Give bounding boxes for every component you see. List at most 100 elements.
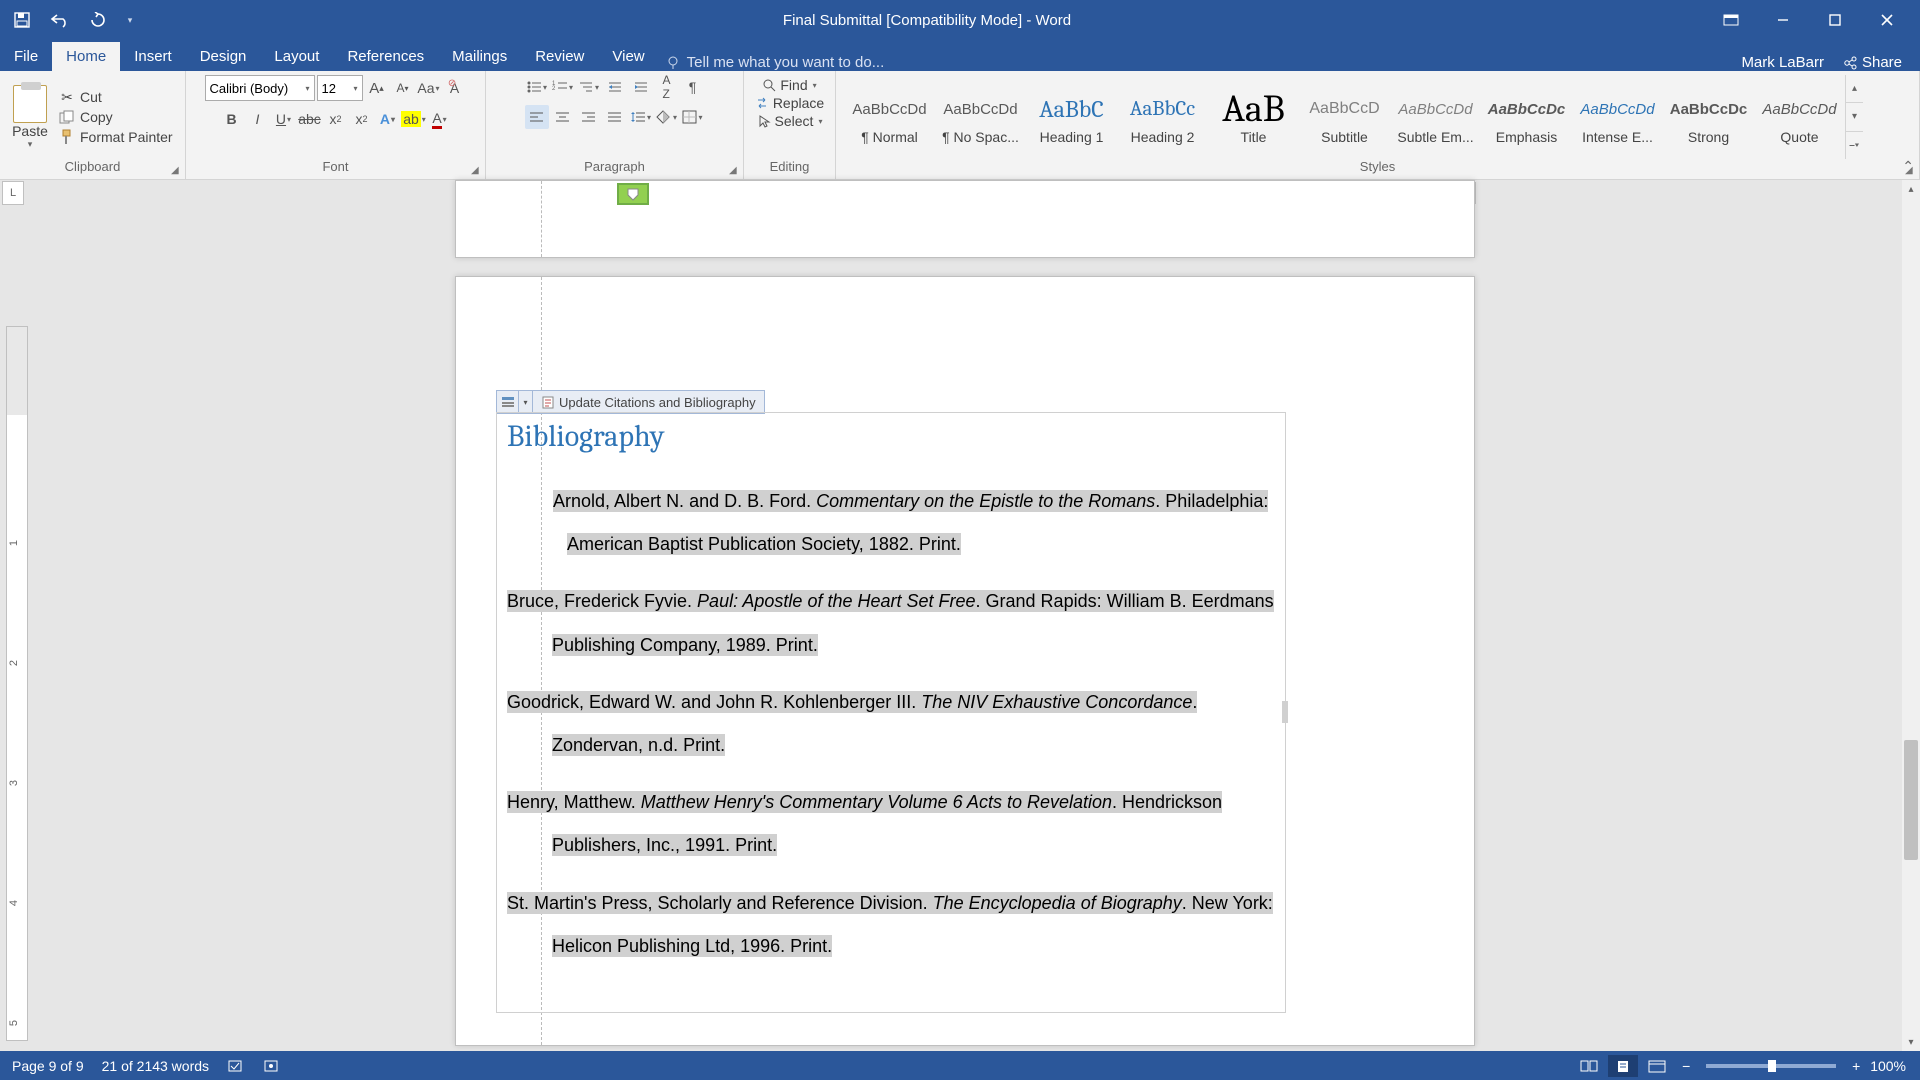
style-tile-heading-1[interactable]: AaBbCHeading 1 (1026, 75, 1117, 159)
tab-layout[interactable]: Layout (260, 42, 333, 71)
first-line-indent-marker[interactable] (617, 183, 649, 205)
gallery-up-icon[interactable]: ▴ (1846, 75, 1863, 103)
justify-icon[interactable] (603, 105, 627, 129)
font-size-combo[interactable]: 12▾ (317, 75, 363, 101)
cut-button[interactable]: ✂ Cut (58, 89, 173, 105)
align-right-icon[interactable] (577, 105, 601, 129)
tell-me-search[interactable]: Tell me what you want to do... (665, 54, 885, 71)
select-button[interactable]: Select▾ (757, 113, 823, 129)
style-tile-subtitle[interactable]: AaBbCcDSubtitle (1299, 75, 1390, 159)
clear-formatting-icon[interactable]: A⊘ (443, 76, 467, 100)
show-hide-icon[interactable]: ¶ (681, 75, 705, 99)
decrease-indent-icon[interactable] (603, 75, 627, 99)
zoom-slider[interactable] (1706, 1064, 1836, 1068)
text-effects-icon[interactable]: A▾ (376, 107, 400, 131)
bibliography-field[interactable]: Bibliography Arnold, Albert N. and D. B.… (496, 412, 1286, 1013)
style-tile-heading-2[interactable]: AaBbCcHeading 2 (1117, 75, 1208, 159)
font-dialog-launcher[interactable]: ◢ (471, 165, 483, 177)
collapse-ribbon-icon[interactable]: ⌃ (1902, 158, 1914, 175)
zoom-in-icon[interactable]: + (1846, 1055, 1866, 1077)
undo-icon[interactable] (48, 8, 72, 32)
web-layout-icon[interactable] (1642, 1055, 1672, 1077)
bullets-icon[interactable]: ▾ (525, 75, 549, 99)
tab-home[interactable]: Home (52, 42, 120, 71)
field-options-icon[interactable] (497, 391, 519, 413)
zoom-out-icon[interactable]: − (1676, 1055, 1696, 1077)
tab-mailings[interactable]: Mailings (438, 42, 521, 71)
qat-customize-icon[interactable]: ▾ (124, 8, 136, 32)
word-count[interactable]: 21 of 2143 words (102, 1058, 209, 1074)
field-dropdown-icon[interactable]: ▾ (519, 391, 533, 413)
tell-me-placeholder: Tell me what you want to do... (687, 54, 885, 71)
tab-design[interactable]: Design (186, 42, 261, 71)
user-name[interactable]: Mark LaBarr (1741, 54, 1824, 71)
tab-view[interactable]: View (598, 42, 658, 71)
save-icon[interactable] (10, 8, 34, 32)
scroll-down-icon[interactable]: ▾ (1902, 1033, 1920, 1051)
increase-indent-icon[interactable] (629, 75, 653, 99)
style-tile-quote[interactable]: AaBbCcDdQuote (1754, 75, 1845, 159)
ribbon-display-options-icon[interactable] (1708, 7, 1754, 33)
sort-icon[interactable]: AZ (655, 75, 679, 99)
scroll-up-icon[interactable]: ▴ (1902, 180, 1920, 198)
line-spacing-icon[interactable]: ▾ (629, 105, 653, 129)
style-tile-strong[interactable]: AaBbCcDcStrong (1663, 75, 1754, 159)
read-mode-icon[interactable] (1574, 1055, 1604, 1077)
format-painter-button[interactable]: Format Painter (58, 129, 173, 145)
multilevel-list-icon[interactable]: ▾ (577, 75, 601, 99)
style-tile-subtle-em---[interactable]: AaBbCcDdSubtle Em... (1390, 75, 1481, 159)
bold-icon[interactable]: B (220, 107, 244, 131)
change-case-icon[interactable]: Aa▾ (417, 76, 441, 100)
style-tile---normal[interactable]: AaBbCcDd¶ Normal (844, 75, 935, 159)
clipboard-dialog-launcher[interactable]: ◢ (171, 165, 183, 177)
align-center-icon[interactable] (551, 105, 575, 129)
style-tile-intense-e---[interactable]: AaBbCcDdIntense E... (1572, 75, 1663, 159)
document-page-prev[interactable] (455, 180, 1475, 258)
borders-icon[interactable]: ▾ (681, 105, 705, 129)
superscript-icon[interactable]: x2 (350, 107, 374, 131)
paragraph-dialog-launcher[interactable]: ◢ (729, 165, 741, 177)
vertical-scrollbar[interactable]: ▴ ▾ (1902, 180, 1920, 1051)
document-page[interactable]: ▾ Update Citations and Bibliography Bibl… (455, 276, 1475, 1046)
replace-button[interactable]: Replace (755, 95, 824, 111)
resize-handle[interactable] (1282, 701, 1288, 723)
subscript-icon[interactable]: x2 (324, 107, 348, 131)
numbering-icon[interactable]: 12▾ (551, 75, 575, 99)
spellcheck-icon[interactable] (227, 1058, 245, 1074)
style-tile---no-spac---[interactable]: AaBbCcDd¶ No Spac... (935, 75, 1026, 159)
print-layout-icon[interactable] (1608, 1055, 1638, 1077)
tab-file[interactable]: File (0, 42, 52, 71)
update-citations-button[interactable]: Update Citations and Bibliography (533, 395, 764, 410)
shrink-font-icon[interactable]: A▾ (391, 76, 415, 100)
tab-references[interactable]: References (333, 42, 438, 71)
find-button[interactable]: Find▾ (762, 77, 816, 93)
tab-review[interactable]: Review (521, 42, 598, 71)
font-color-icon[interactable]: A▾ (428, 107, 452, 131)
underline-icon[interactable]: U▾ (272, 107, 296, 131)
share-button[interactable]: Share (1842, 54, 1902, 71)
tab-selector[interactable]: L (2, 181, 24, 205)
page-indicator[interactable]: Page 9 of 9 (12, 1058, 84, 1074)
font-name-combo[interactable]: Calibri (Body)▾ (205, 75, 315, 101)
gallery-down-icon[interactable]: ▾ (1846, 103, 1863, 131)
maximize-icon[interactable] (1812, 7, 1858, 33)
tab-insert[interactable]: Insert (120, 42, 186, 71)
strikethrough-icon[interactable]: abc (298, 107, 322, 131)
grow-font-icon[interactable]: A▴ (365, 76, 389, 100)
align-left-icon[interactable] (525, 105, 549, 129)
style-tile-emphasis[interactable]: AaBbCcDcEmphasis (1481, 75, 1572, 159)
zoom-level[interactable]: 100% (1870, 1058, 1906, 1074)
vertical-ruler[interactable]: 1 2 3 4 5 (6, 326, 28, 1041)
italic-icon[interactable]: I (246, 107, 270, 131)
paste-button[interactable]: Paste ▾ (8, 85, 52, 150)
highlight-icon[interactable]: ab▾ (402, 107, 426, 131)
minimize-icon[interactable] (1760, 7, 1806, 33)
macro-icon[interactable] (263, 1058, 279, 1074)
shading-icon[interactable]: ▾ (655, 105, 679, 129)
gallery-more-icon[interactable]: ⎯▾ (1846, 132, 1863, 159)
style-tile-title[interactable]: AaBTitle (1208, 75, 1299, 159)
scroll-thumb[interactable] (1904, 740, 1918, 860)
copy-button[interactable]: Copy (58, 109, 173, 125)
close-icon[interactable] (1864, 7, 1910, 33)
redo-icon[interactable] (86, 8, 110, 32)
